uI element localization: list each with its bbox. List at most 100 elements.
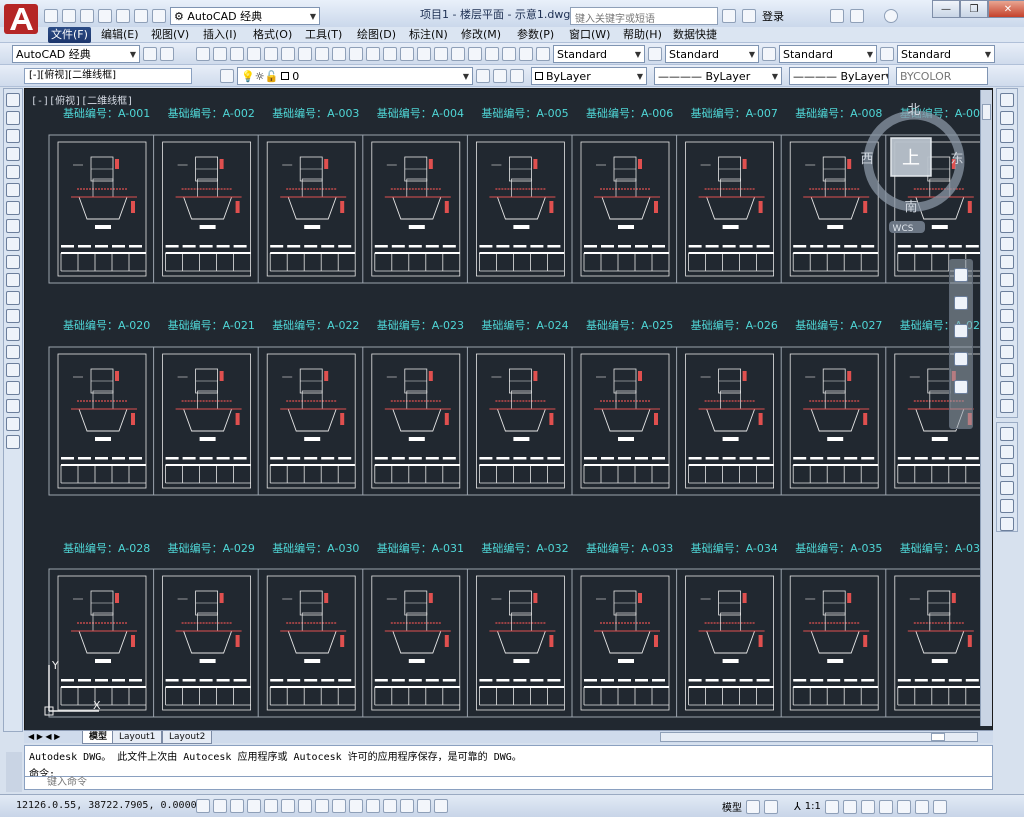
region-icon[interactable] [6,381,20,395]
tool-palettes-icon[interactable] [502,47,516,61]
multileader-style-select[interactable]: Standard ▼ [897,45,995,63]
make-block-icon[interactable] [6,309,20,323]
text-style-icon[interactable] [536,47,550,61]
rotate-icon[interactable] [1000,201,1014,215]
menu-edit[interactable]: 编辑(E) [98,27,142,43]
application-menu-button[interactable] [2,2,40,40]
blend-icon[interactable] [1000,381,1014,395]
offset-icon[interactable] [1000,147,1014,161]
command-line-handle[interactable] [6,752,22,792]
polygon-icon[interactable] [6,147,20,161]
layer-previous-icon[interactable] [493,69,507,83]
line-icon[interactable] [6,93,20,107]
pan-icon[interactable] [400,47,414,61]
menu-modify[interactable]: 修改(M) [458,27,504,43]
quick-view-drawings-icon[interactable] [764,799,778,814]
menu-help[interactable]: 帮助(H) [620,27,665,43]
pan-icon[interactable] [954,296,968,310]
fillet-icon[interactable] [1000,363,1014,377]
model-button[interactable]: 模型 [722,799,742,814]
qnew-icon[interactable] [196,47,210,61]
polar-icon[interactable] [264,799,278,813]
viewcube-east-label[interactable]: 东 [950,152,963,167]
zoom-icon[interactable] [954,324,968,338]
ellipse-arc-icon[interactable] [6,273,20,287]
otrack-icon[interactable] [315,799,329,813]
menu-file[interactable]: 文件(F) [48,27,91,43]
menu-tools[interactable]: 工具(T) [302,27,345,43]
publish-icon[interactable] [281,47,295,61]
lineweight-select[interactable]: ———— ByLayer ▼ [789,67,889,85]
star-icon[interactable] [850,9,864,23]
help-icon[interactable] [884,9,898,23]
zoom-previous-icon[interactable] [451,47,465,61]
multiline-text-icon[interactable] [6,417,20,431]
viewcube-south-label[interactable]: 南 [904,199,917,215]
explode-icon[interactable] [1000,399,1014,413]
osnap-icon[interactable] [281,799,295,813]
join-icon[interactable] [1000,327,1014,341]
mirror-icon[interactable] [1000,129,1014,143]
showmotion-icon[interactable] [954,380,968,394]
save-icon[interactable] [80,9,94,23]
ducs-icon[interactable] [332,799,346,813]
sheet-set-icon[interactable] [519,47,533,61]
horizontal-scrollbar[interactable] [660,732,978,742]
annotation-visibility-icon[interactable] [824,799,839,814]
login-button[interactable]: 登录 [762,8,784,24]
color-select[interactable]: ByLayer ▼ [531,67,647,85]
copy-object-icon[interactable] [1000,111,1014,125]
steering-wheel-icon[interactable] [954,268,968,282]
break-at-point-icon[interactable] [1000,291,1014,305]
scrollbar-thumb[interactable] [982,104,991,120]
paste-icon[interactable] [332,47,346,61]
hatch-back-icon[interactable] [1000,517,1014,531]
grid-icon[interactable] [230,799,244,813]
dim-style-icon[interactable] [648,47,662,61]
lineweight-icon[interactable] [366,799,380,813]
tab-layout1[interactable]: Layout1 [112,731,163,744]
gear-icon[interactable] [160,47,174,61]
coordinates-readout[interactable]: 12126.0.55, 38722.7905, 0.0000 [16,800,197,811]
redo-icon[interactable] [152,9,166,23]
selection-cycling-icon[interactable] [417,799,431,813]
search-input[interactable]: 键入关键字或短语 [570,7,718,25]
zoom-window-icon[interactable] [434,47,448,61]
move-icon[interactable] [1000,183,1014,197]
construction-line-icon[interactable] [6,111,20,125]
break-icon[interactable] [1000,309,1014,323]
redo-icon[interactable] [383,47,397,61]
workspace-quick-select[interactable]: ⚙ AutoCAD 经典 ▼ [170,7,320,25]
isolate-objects-icon[interactable] [914,799,929,814]
menu-dimension[interactable]: 标注(N) [406,27,451,43]
extend-icon[interactable] [1000,273,1014,287]
tab-model[interactable]: 模型 [82,731,115,744]
user-icon[interactable] [742,9,756,23]
matchprop-icon[interactable] [349,47,363,61]
annotation-scale-icon[interactable]: ⅄ [794,800,801,813]
circle-icon[interactable] [6,201,20,215]
open-icon[interactable] [213,47,227,61]
menu-parametric[interactable]: 参数(P) [514,27,557,43]
text-front-icon[interactable] [1000,499,1014,513]
point-icon[interactable] [6,327,20,341]
table-icon[interactable] [6,399,20,413]
scale-icon[interactable] [1000,219,1014,233]
preview-icon[interactable] [264,47,278,61]
orbit-icon[interactable] [954,352,968,366]
layer-select[interactable]: 💡 ☼ 🔓 0 ▼ [237,67,473,85]
ellipse-icon[interactable] [6,255,20,269]
save-icon[interactable] [230,47,244,61]
stretch-icon[interactable] [1000,237,1014,251]
command-input[interactable]: 键入命令 [24,776,993,790]
trim-icon[interactable] [1000,255,1014,269]
vertical-scrollbar[interactable] [980,90,992,726]
transparency-icon[interactable] [383,799,397,813]
save-as-icon[interactable] [98,9,112,23]
tab-nav-icons[interactable]: ◀ ▶ ◀ ▶ [28,732,60,741]
undo-icon[interactable] [366,47,380,61]
arc-icon[interactable] [6,183,20,197]
open-icon[interactable] [62,9,76,23]
annotation-scale-value[interactable]: 1:1 [805,801,821,812]
undo-icon[interactable] [134,9,148,23]
